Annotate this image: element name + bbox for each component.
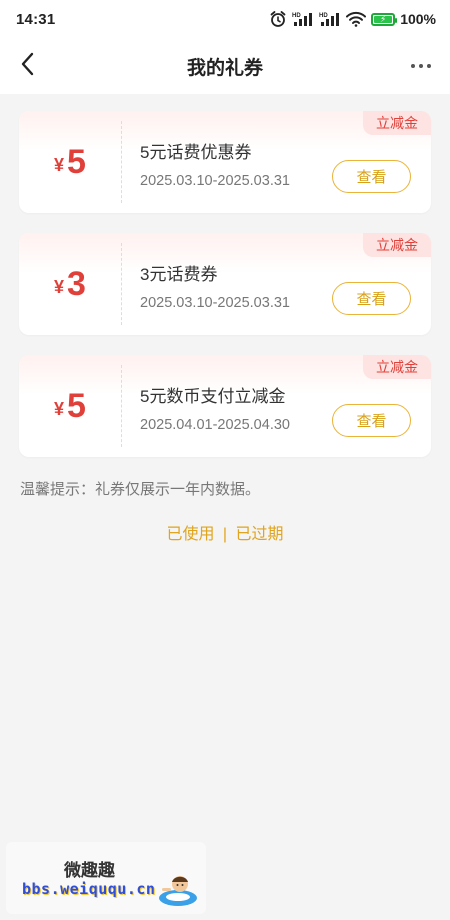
chevron-left-icon [20,52,36,81]
alarm-icon [269,10,287,28]
status-bar: 14:31 HD HD ⚡ 100% [0,0,450,38]
coupon-name: 5元话费优惠券 [140,143,252,162]
status-icons: HD HD ⚡ 100% [269,10,436,28]
back-button[interactable] [12,50,44,82]
coupon-type-badge: 立减金 [363,355,431,379]
coupon-type-badge: 立减金 [363,111,431,135]
site-watermark: 微趣趣 bbs.weiququ.cn [6,842,206,914]
currency-symbol: ¥ [54,398,65,419]
dashed-divider [121,365,122,447]
coupon-name: 5元数币支付立减金 [140,387,286,406]
expired-coupons-link[interactable]: 已过期 [236,526,284,543]
coupon-history-links: 已使用 | 已过期 [0,520,450,544]
coupon-name: 3元话费券 [140,265,218,284]
coupon-amount: ¥ 5 [19,355,121,457]
coupon-validity: 2025.03.10-2025.03.31 [140,295,290,311]
used-coupons-link[interactable]: 已使用 [166,526,214,543]
coupon-validity: 2025.04.01-2025.04.30 [140,417,290,433]
wifi-icon [346,11,367,27]
coupon-card: ¥ 5 5元话费优惠券 2025.03.10-2025.03.31 立减金 查看 [19,111,431,213]
currency-symbol: ¥ [54,276,65,297]
dashed-divider [121,121,122,203]
svg-text:HD: HD [292,13,301,19]
more-button[interactable] [406,52,436,80]
coupon-validity: 2025.03.10-2025.03.31 [140,173,290,189]
watermark-url: bbs.weiququ.cn [22,880,156,898]
coupon-amount: ¥ 3 [19,233,121,335]
coupon-card: ¥ 5 5元数币支付立减金 2025.04.01-2025.04.30 立减金 … [19,355,431,457]
battery-percent: 100% [400,11,436,27]
coupon-type-badge: 立减金 [363,233,431,257]
coupon-list: ¥ 5 5元话费优惠券 2025.03.10-2025.03.31 立减金 查看… [19,111,431,477]
coupon-card: ¥ 3 3元话费券 2025.03.10-2025.03.31 立减金 查看 [19,233,431,335]
svg-text:HD: HD [319,13,328,19]
more-dots-icon [411,64,415,68]
page-title: 我的礼券 [186,57,263,79]
view-coupon-button[interactable]: 查看 [332,404,411,437]
coupon-value: 3 [67,265,86,303]
view-coupon-button[interactable]: 查看 [332,282,411,315]
hd-signal-icon: HD [292,11,314,27]
coupon-tip-text: 温馨提示：礼券仅展示一年内数据。 [20,481,261,498]
status-time: 14:31 [16,10,56,28]
watermark-title: 微趣趣 [64,861,115,880]
coupon-value: 5 [67,387,86,425]
coupon-value: 5 [67,143,86,181]
currency-symbol: ¥ [54,154,65,175]
hd-signal-icon: HD [319,11,341,27]
link-separator: | [222,526,228,543]
battery-charging-icon: ⚡ [371,12,398,26]
mascot-logo-icon [159,876,197,906]
nav-bar: 我的礼券 [0,38,450,94]
view-coupon-button[interactable]: 查看 [332,160,411,193]
coupon-amount: ¥ 5 [19,111,121,213]
dashed-divider [121,243,122,325]
